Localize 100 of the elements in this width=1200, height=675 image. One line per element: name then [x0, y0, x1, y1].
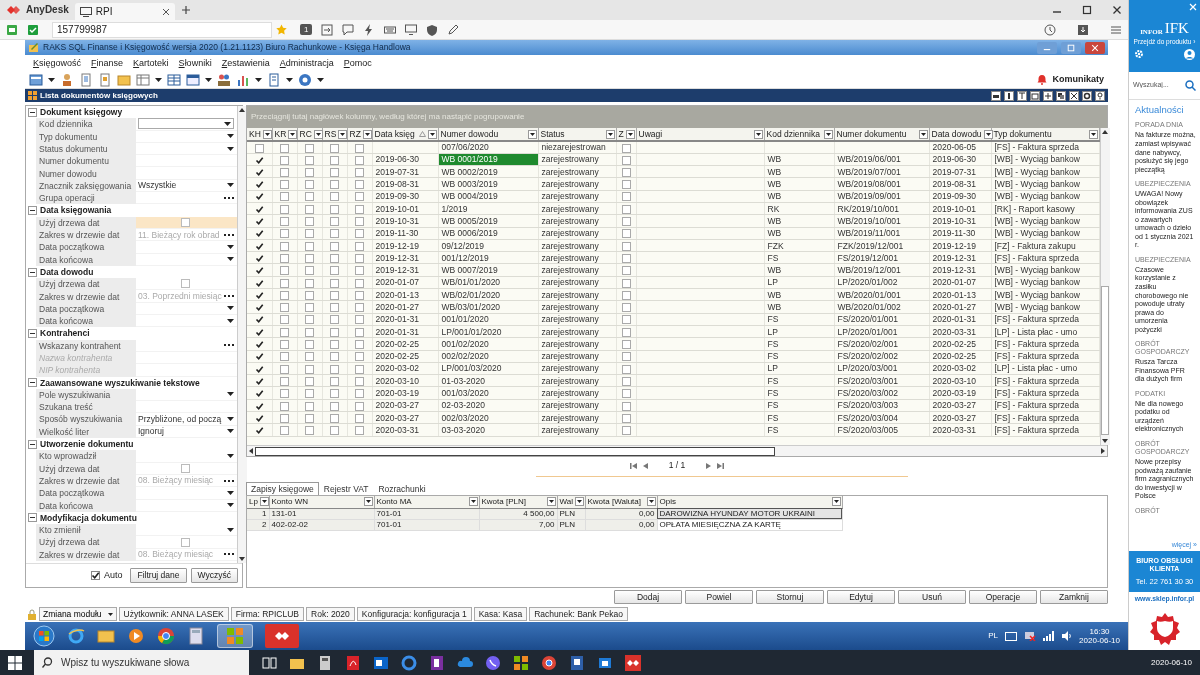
checkbox[interactable]	[621, 278, 631, 288]
print-icon[interactable]	[991, 90, 1001, 101]
dropdown-arrow-icon[interactable]	[286, 77, 293, 82]
checkbox[interactable]	[280, 389, 289, 399]
checkbox[interactable]	[254, 278, 264, 288]
keyboard-icon[interactable]	[1005, 631, 1018, 641]
column-header[interactable]: Opis	[657, 496, 842, 508]
checkbox[interactable]	[621, 376, 631, 386]
caret-icon[interactable]	[107, 612, 113, 616]
scrollbar[interactable]	[247, 445, 1107, 456]
checkbox[interactable]	[280, 352, 289, 362]
action-button[interactable]: Dodaj	[614, 589, 682, 605]
dropdown-arrow-icon[interactable]	[155, 77, 162, 82]
checkbox[interactable]	[181, 217, 191, 227]
checkbox[interactable]	[355, 204, 364, 214]
checkbox[interactable]	[305, 327, 314, 337]
column-filter-icon[interactable]	[823, 129, 833, 139]
checkbox[interactable]	[254, 352, 264, 362]
collapse-icon[interactable]	[28, 267, 37, 277]
checkbox[interactable]	[254, 376, 264, 386]
sort-arrow-icon[interactable]	[418, 131, 426, 137]
last-page-icon[interactable]	[716, 461, 726, 470]
checkbox[interactable]	[330, 180, 339, 190]
settings-icon[interactable]	[1082, 90, 1092, 101]
first-page-icon[interactable]	[628, 461, 638, 470]
checkbox[interactable]	[305, 167, 314, 177]
column-filter-icon[interactable]	[983, 129, 993, 139]
ellipsis-icon[interactable]	[223, 344, 234, 347]
check-square-icon[interactable]	[27, 23, 39, 36]
document-icon[interactable]	[569, 654, 585, 671]
column-filter-icon[interactable]	[262, 129, 272, 139]
checkbox[interactable]	[305, 352, 314, 362]
checkbox[interactable]	[305, 143, 314, 153]
action-button[interactable]: Usuń	[898, 589, 966, 605]
checkbox[interactable]	[621, 389, 631, 399]
expand-icon[interactable]	[1069, 90, 1079, 101]
collapse-icon[interactable]	[28, 378, 37, 388]
checkbox[interactable]	[280, 167, 289, 177]
column-header[interactable]: RZ	[347, 128, 372, 141]
checkbox[interactable]	[305, 413, 314, 423]
column-filter-icon[interactable]	[753, 129, 763, 139]
notebook-icon[interactable]	[429, 654, 445, 671]
tab[interactable]: Rozrachunki	[373, 481, 431, 495]
column-header[interactable]: RS	[322, 128, 347, 141]
checkbox[interactable]	[254, 401, 264, 411]
checkbox[interactable]	[305, 364, 314, 374]
column-header[interactable]: Data dowodu	[929, 128, 991, 141]
scroll-up-icon[interactable]	[1101, 128, 1109, 136]
column-filter-icon[interactable]	[575, 497, 584, 507]
calculator-icon[interactable]	[317, 654, 333, 671]
checkbox[interactable]	[90, 571, 100, 580]
checkbox[interactable]	[305, 340, 314, 349]
checkbox[interactable]	[305, 389, 314, 399]
tab[interactable]: Rejestr VAT	[318, 481, 374, 495]
checkbox[interactable]	[621, 364, 631, 374]
column-filter-icon[interactable]	[313, 129, 323, 139]
lock-icon[interactable]	[27, 608, 37, 620]
column-filter-icon[interactable]	[362, 129, 372, 139]
action-button[interactable]: Zamknij	[1040, 589, 1108, 605]
checkbox[interactable]	[305, 401, 314, 411]
checkbox[interactable]	[280, 253, 289, 263]
collapse-icon[interactable]	[28, 107, 37, 117]
column-filter-icon[interactable]	[338, 129, 348, 139]
column-header[interactable]: KR	[272, 128, 297, 141]
checkbox[interactable]	[280, 315, 289, 325]
checkbox[interactable]	[181, 279, 191, 289]
checkbox[interactable]	[355, 167, 364, 177]
checkbox[interactable]	[305, 315, 314, 325]
action-button[interactable]: Powiel	[685, 589, 753, 605]
checkbox[interactable]	[280, 278, 289, 288]
checkbox[interactable]	[621, 340, 631, 349]
checkbox[interactable]	[621, 327, 631, 337]
table-icon[interactable]	[136, 72, 150, 87]
task-view-icon[interactable]	[261, 654, 277, 671]
dropdown-arrow-icon[interactable]	[255, 77, 262, 82]
checkbox[interactable]	[330, 315, 339, 325]
checkbox[interactable]	[254, 204, 264, 214]
windows-logo-icon[interactable]	[8, 655, 22, 670]
column-filter-icon[interactable]	[427, 129, 437, 139]
column-filter-icon[interactable]	[259, 497, 269, 507]
checkbox[interactable]	[330, 167, 339, 177]
checkbox[interactable]	[280, 204, 289, 214]
checkbox[interactable]	[355, 364, 364, 374]
checkbox[interactable]	[355, 253, 364, 263]
checkbox[interactable]	[355, 340, 364, 349]
browser-icon[interactable]	[541, 654, 557, 671]
checkbox[interactable]	[305, 204, 314, 214]
chat-icon[interactable]	[342, 23, 355, 36]
module-dropdown[interactable]: Zmiana modułu	[39, 606, 117, 622]
column-header[interactable]: Kwota [Waluta]	[585, 496, 657, 508]
checkbox[interactable]	[330, 143, 339, 153]
checkbox[interactable]	[254, 155, 264, 165]
checkbox[interactable]	[305, 217, 314, 227]
checkbox[interactable]	[621, 426, 631, 436]
checkbox[interactable]	[621, 401, 631, 411]
checkbox[interactable]	[355, 315, 364, 325]
checkbox[interactable]	[355, 401, 364, 411]
checkbox[interactable]	[254, 180, 264, 190]
column-header[interactable]: Typ dokumentu	[991, 128, 1099, 141]
checkbox[interactable]	[280, 180, 289, 190]
